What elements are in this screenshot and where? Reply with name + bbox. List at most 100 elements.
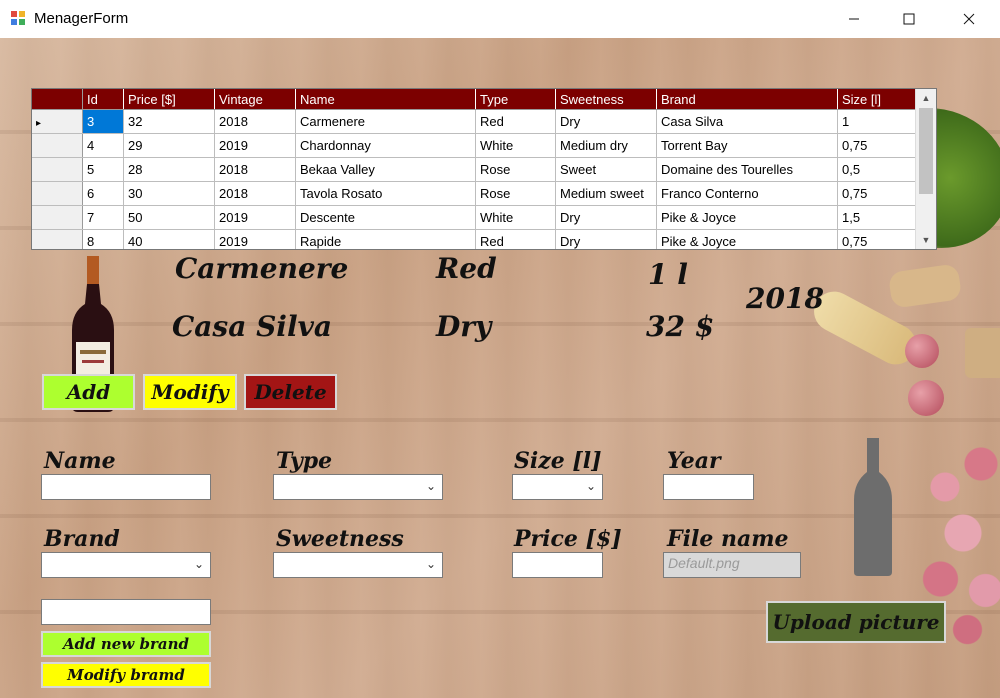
price-input[interactable] [512,552,603,578]
table-cell[interactable]: Descente [295,205,476,230]
modify-button[interactable]: Modify [143,374,237,410]
table-cell[interactable]: 1 [837,109,919,134]
table-row[interactable]: 5 28 2018 Bekaa Valley Rose Sweet Domaine des … [32,157,919,182]
table-row[interactable]: 8 40 2019 Rapide Red Dry Pike & Joyce 0,75 [32,229,919,249]
table-cell[interactable]: Dry [555,229,657,249]
table-cell[interactable]: Franco Conterno [656,181,838,206]
detail-price: 32 $ [646,310,715,343]
table-cell[interactable]: 50 [123,205,215,230]
grid-header-row: Id Price [$] Vintage Name Type Sweetness… [32,89,919,110]
scroll-down-icon[interactable]: ▼ [916,231,936,249]
table-cell[interactable]: White [475,133,556,158]
table-cell[interactable]: Casa Silva [656,109,838,134]
table-cell[interactable]: 2018 [214,157,296,182]
detail-type: Red [436,252,497,285]
grid-column-header[interactable]: Type [475,89,556,110]
name-input[interactable] [41,474,211,500]
row-header[interactable] [32,181,83,206]
year-label: Year [667,448,721,474]
grid-column-header[interactable]: Sweetness [555,89,657,110]
table-cell[interactable]: 2019 [214,133,296,158]
scroll-up-icon[interactable]: ▲ [916,89,936,107]
table-cell[interactable]: Tavola Rosato [295,181,476,206]
table-cell[interactable]: Red [475,109,556,134]
table-cell[interactable]: 2018 [214,109,296,134]
table-row[interactable]: ▸ 3 32 2018 Carmenere Red Dry Casa Silva 1 [32,109,919,134]
grid-column-header[interactable]: Price [$] [123,89,215,110]
grid-column-header[interactable]: Vintage [214,89,296,110]
table-cell[interactable]: 0,75 [837,181,919,206]
table-cell[interactable]: Rose [475,181,556,206]
chevron-down-icon: ⌄ [425,479,436,493]
grid-column-header[interactable]: Name [295,89,476,110]
sweetness-select[interactable]: ⌄ [273,552,443,578]
brand-select[interactable]: ⌄ [41,552,211,578]
table-row[interactable]: 4 29 2019 Chardonnay White Medium dry Torrent … [32,133,919,158]
table-cell[interactable]: Medium sweet [555,181,657,206]
name-label: Name [44,448,116,474]
size-select[interactable]: ⌄ [512,474,603,500]
table-cell[interactable]: White [475,205,556,230]
table-cell[interactable]: Rapide [295,229,476,249]
table-cell[interactable]: 4 [82,133,124,158]
table-cell[interactable]: 2019 [214,229,296,249]
table-cell[interactable]: 29 [123,133,215,158]
row-header[interactable]: ▸ [32,109,83,134]
scrollbar-thumb[interactable] [919,108,933,194]
type-select[interactable]: ⌄ [273,474,443,500]
table-cell[interactable]: Pike & Joyce [656,205,838,230]
table-row[interactable]: 7 50 2019 Descente White Dry Pike & Joyce 1,5 [32,205,919,230]
table-cell[interactable]: Sweet [555,157,657,182]
table-cell[interactable]: 40 [123,229,215,249]
upload-picture-button[interactable]: Upload picture [766,601,946,643]
close-button[interactable] [946,0,992,38]
table-cell[interactable]: 30 [123,181,215,206]
add-brand-button[interactable]: Add new brand [41,631,211,657]
table-cell[interactable]: Carmenere [295,109,476,134]
title-bar: MenagerForm [0,0,1000,38]
table-cell[interactable]: 32 [123,109,215,134]
table-cell[interactable]: Red [475,229,556,249]
cork-decoration-2 [965,328,1000,378]
row-header[interactable] [32,157,83,182]
table-cell[interactable]: 5 [82,157,124,182]
table-cell[interactable]: 2019 [214,205,296,230]
table-cell[interactable]: 28 [123,157,215,182]
row-header[interactable] [32,205,83,230]
modify-brand-button[interactable]: Modify bramd [41,662,211,688]
table-cell[interactable]: 1,5 [837,205,919,230]
table-cell[interactable]: Pike & Joyce [656,229,838,249]
new-brand-input[interactable] [41,599,211,625]
add-button[interactable]: Add [42,374,135,410]
row-header[interactable] [32,229,83,249]
delete-button[interactable]: Delete [244,374,337,410]
table-cell[interactable]: 2018 [214,181,296,206]
table-cell[interactable]: Dry [555,205,657,230]
table-cell[interactable]: Medium dry [555,133,657,158]
type-label: Type [276,448,333,474]
table-cell[interactable]: 7 [82,205,124,230]
wine-data-grid[interactable]: Id Price [$] Vintage Name Type Sweetness… [31,88,937,250]
table-row[interactable]: 6 30 2018 Tavola Rosato Rose Medium sweet Fran… [32,181,919,206]
minimize-button[interactable] [831,0,877,38]
grid-column-header[interactable]: Size [l] [837,89,919,110]
row-header[interactable] [32,133,83,158]
maximize-button[interactable] [886,0,932,38]
table-cell[interactable]: Torrent Bay [656,133,838,158]
cork-decoration [887,263,963,309]
year-input[interactable] [663,474,754,500]
table-cell[interactable]: Domaine des Tourelles [656,157,838,182]
table-cell[interactable]: 0,75 [837,229,919,249]
grid-column-header[interactable]: Brand [656,89,838,110]
table-cell[interactable]: 0,5 [837,157,919,182]
table-cell[interactable]: 8 [82,229,124,249]
grid-vertical-scrollbar[interactable]: ▲ ▼ [915,89,936,249]
table-cell[interactable]: 6 [82,181,124,206]
table-cell[interactable]: Rose [475,157,556,182]
table-cell[interactable]: 0,75 [837,133,919,158]
table-cell[interactable]: 3 [82,109,124,134]
grid-column-header[interactable]: Id [82,89,124,110]
table-cell[interactable]: Bekaa Valley [295,157,476,182]
table-cell[interactable]: Chardonnay [295,133,476,158]
table-cell[interactable]: Dry [555,109,657,134]
